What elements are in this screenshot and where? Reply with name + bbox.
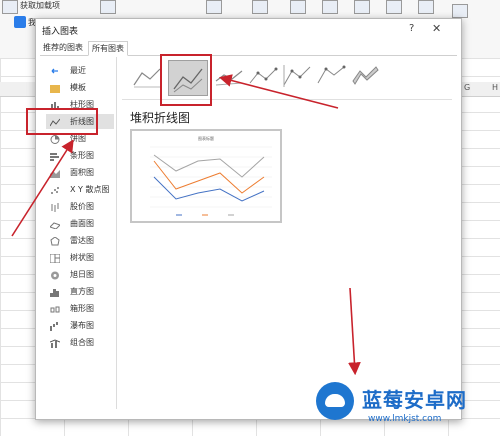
annotation-arrows: [11, 74, 361, 376]
watermark-logo-icon: [316, 382, 354, 420]
arrow-to-line-category: [11, 139, 74, 237]
arrow-down: [348, 287, 361, 376]
watermark-url: www.lmkjst.com: [368, 414, 442, 424]
watermark-site-name: 蓝莓安卓网: [362, 388, 467, 412]
arrow-to-subtype: [218, 74, 339, 109]
